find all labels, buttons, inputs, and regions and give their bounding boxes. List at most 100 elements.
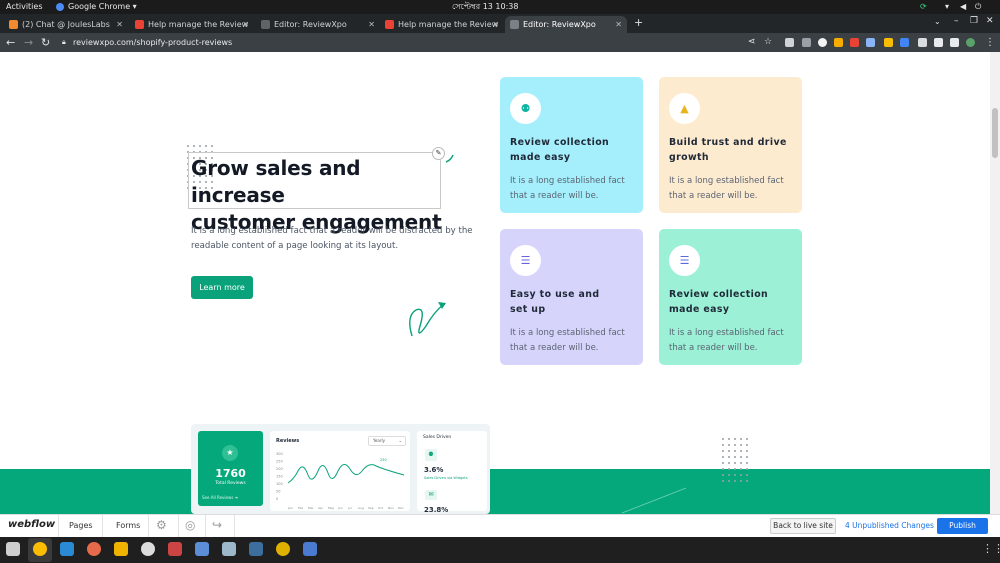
feature-card: ⚉ Review collection made easy It is a lon… — [500, 77, 643, 213]
close-icon[interactable]: ✕ — [116, 16, 123, 33]
curly-arrow-decoration — [409, 302, 446, 337]
clock[interactable]: সেপ্টেম্বর 13 10:38 — [452, 0, 518, 14]
tab-help-review-2[interactable]: Help manage the Review ✕ — [380, 16, 504, 33]
y-tick-label: 150 — [276, 475, 283, 479]
x-tick-label: Apr — [318, 506, 324, 510]
puzzle-extensions-icon[interactable] — [934, 38, 943, 47]
inkscape-icon[interactable] — [141, 542, 155, 556]
browser-tab-bar: (2) Chat @ JoulesLabs ✕ Help manage the … — [0, 14, 1000, 33]
divider — [102, 515, 103, 537]
page-viewport — [0, 52, 990, 514]
close-icon[interactable]: ✕ — [492, 16, 499, 33]
reviews-line-chart: 300 250 200 150 100 50 0 Jan Feb Mar Apr May Jun Jul A… — [276, 452, 404, 510]
triangle-shapes-icon: ▲ — [669, 93, 700, 124]
lock-icon[interactable]: 🔒︎ — [62, 33, 66, 52]
help-icon[interactable]: ◎ — [185, 518, 195, 532]
extension-icon[interactable] — [900, 38, 909, 47]
wifi-icon[interactable]: ▾ — [945, 0, 949, 14]
share-icon[interactable]: ⋖ — [748, 33, 756, 52]
unpublished-changes-link[interactable]: 4 Unpublished Changes — [845, 521, 934, 530]
reload-icon[interactable]: ↻ — [41, 33, 50, 52]
tab-help-review[interactable]: Help manage the Review ✕ — [130, 16, 254, 33]
tab-editor-reviewxpo-active[interactable]: Editor: ReviewXpo ✕ — [505, 16, 627, 33]
y-tick-label: 300 — [276, 452, 283, 456]
publish-button[interactable]: Publish — [937, 518, 988, 534]
volume-icon[interactable]: ◀ — [960, 0, 966, 14]
close-icon[interactable]: ✕ — [615, 16, 622, 33]
hero-desc-line: readable content of a page looking at it… — [191, 240, 399, 251]
webflow-favicon-icon — [261, 20, 270, 29]
extension-icon[interactable] — [818, 38, 827, 47]
period-select[interactable]: Yearly ⌄ — [368, 436, 406, 446]
maximize-icon[interactable]: ❐ — [970, 16, 978, 26]
avatar[interactable] — [966, 38, 975, 47]
card-title-line: made easy — [510, 152, 571, 163]
extension-icon[interactable] — [918, 38, 927, 47]
period-value: Yearly — [373, 438, 385, 443]
minimize-icon[interactable]: – — [954, 16, 959, 26]
scrollbar-thumb[interactable] — [992, 108, 998, 158]
extension-icon[interactable] — [802, 38, 811, 47]
close-icon[interactable]: ✕ — [242, 16, 249, 33]
pages-button[interactable]: Pages — [69, 521, 93, 530]
menu-kebab-icon[interactable]: ⋮ — [985, 33, 995, 52]
sales-title: Sales Driven — [423, 435, 452, 440]
see-all-reviews-link[interactable]: See All Reviews ➔ — [202, 495, 238, 500]
forward-icon[interactable]: → — [24, 33, 33, 52]
app-menu[interactable]: Google Chrome ▾ — [68, 0, 137, 14]
y-tick-label: 0 — [276, 497, 278, 501]
extension-icon[interactable] — [850, 38, 859, 47]
translate-icon[interactable] — [303, 542, 317, 556]
extension-icon[interactable] — [866, 38, 875, 47]
bookmark-star-icon[interactable]: ☆ — [764, 33, 772, 52]
dot-pattern-decoration — [720, 436, 752, 484]
tab-search-icon[interactable]: ⌄ — [934, 17, 941, 26]
terminal-icon[interactable] — [249, 542, 263, 556]
chart-title: Reviews — [276, 438, 300, 444]
card-title-line: made easy — [669, 304, 730, 315]
total-reviews-value: 1760 — [215, 467, 246, 480]
logout-icon[interactable]: ↪ — [212, 518, 222, 532]
update-icon[interactable]: ⟳ — [920, 0, 927, 14]
peak-label: 250 — [380, 458, 387, 462]
feature-card: ☰ Easy to use and set up It is a long est… — [500, 229, 643, 365]
show-desktop-icon[interactable] — [6, 542, 20, 556]
activities-button[interactable]: Activities — [6, 0, 43, 14]
hero-desc-line: It is a long established fact that a rea… — [191, 226, 473, 236]
sidebar-icon[interactable] — [950, 38, 959, 47]
document-icon[interactable] — [195, 542, 209, 556]
new-tab-button[interactable]: + — [634, 16, 643, 29]
mail-icon: ✉ — [425, 490, 437, 500]
app-icon[interactable] — [168, 542, 182, 556]
card-text-line: It is a long established fact — [669, 176, 784, 186]
tab-chat[interactable]: (2) Chat @ JoulesLabs ✕ — [4, 16, 128, 33]
divider — [178, 515, 179, 537]
back-icon[interactable]: ← — [6, 33, 15, 52]
close-icon[interactable]: ✕ — [368, 16, 375, 33]
app-icon[interactable] — [276, 542, 290, 556]
back-to-live-site-button[interactable]: Back to live site — [770, 518, 836, 534]
learn-more-button[interactable]: Learn more — [191, 276, 253, 299]
url-text[interactable]: reviewxpo.com/shopify-product-reviews — [73, 33, 232, 52]
app-icon[interactable] — [114, 542, 128, 556]
app-grid-icon[interactable]: ⋮⋮ — [982, 542, 1000, 555]
chevron-down-icon: ⌄ — [398, 438, 402, 443]
forms-button[interactable]: Forms — [116, 521, 140, 530]
firefox-icon[interactable] — [87, 542, 101, 556]
vscode-icon[interactable] — [60, 542, 74, 556]
system-top-bar: Activities Google Chrome ▾ সেপ্টেম্বর 13… — [0, 0, 1000, 14]
gear-icon[interactable]: ⚙ — [156, 518, 167, 532]
extension-icon[interactable] — [834, 38, 843, 47]
extension-icon[interactable] — [785, 38, 794, 47]
total-reviews-label: Total Reviews — [215, 481, 246, 486]
power-icon[interactable]: ⏻ — [975, 0, 981, 14]
card-text-line: that a reader will be. — [669, 191, 758, 201]
sales-driven-card: Sales Driven ⚉ 3.6% Sales Driven via Wid… — [417, 431, 487, 514]
close-window-icon[interactable]: ✕ — [986, 16, 994, 26]
tab-editor-reviewxpo[interactable]: Editor: ReviewXpo ✕ — [256, 16, 380, 33]
chrome-icon[interactable] — [33, 542, 47, 556]
card-text: It is a long established fact that a read… — [510, 174, 635, 204]
extension-icon[interactable] — [884, 38, 893, 47]
x-tick-label: Jan — [287, 506, 293, 510]
viewer-icon[interactable] — [222, 542, 236, 556]
